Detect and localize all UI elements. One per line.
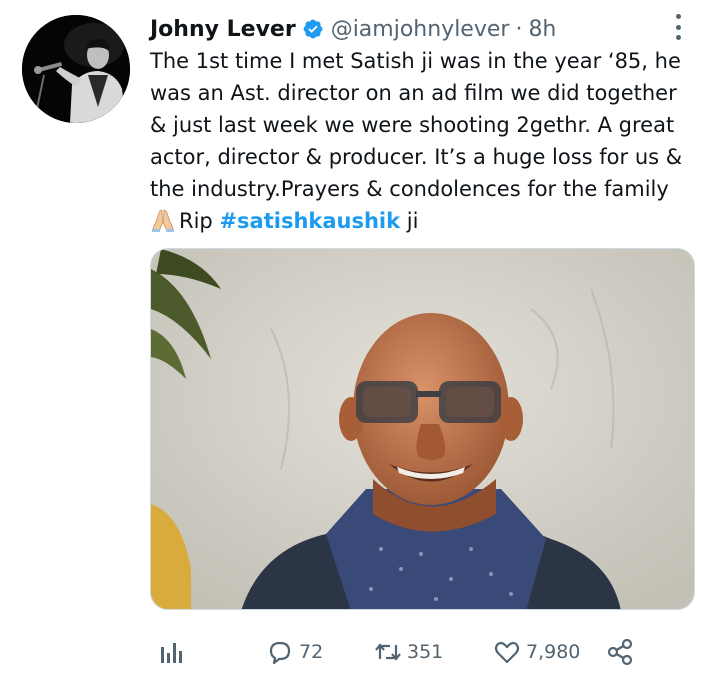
retweet-count: 351 <box>407 641 444 663</box>
header-separator: · <box>515 16 523 42</box>
like-count: 7,980 <box>526 641 581 663</box>
rip-text: Rip <box>179 209 220 233</box>
share-icon <box>607 638 633 666</box>
like-button[interactable]: 7,980 <box>492 630 580 674</box>
heart-icon <box>494 641 520 664</box>
tweet-photo[interactable] <box>150 248 695 610</box>
hashtag-link[interactable]: #satishkaushik <box>219 209 400 233</box>
tweet-text-line: The 1st time I met Satish ji was in the … <box>150 49 681 73</box>
analytics-icon <box>161 643 182 663</box>
tweet-header: Johny Lever @iamjohnylever · 8h <box>150 12 556 46</box>
folded-hands-icon <box>150 207 176 233</box>
tweet-timestamp[interactable]: 8h <box>528 17 556 42</box>
tweet-actions: 72 351 7,980 <box>150 630 695 674</box>
reply-icon <box>269 641 291 665</box>
author-name[interactable]: Johny Lever <box>150 17 296 42</box>
tweet-text-line: actor, director & producer. It’s a huge … <box>150 145 683 169</box>
retweet-button[interactable]: 351 <box>373 630 443 674</box>
tweet-text-line: was an Ast. director on an ad film we di… <box>150 81 677 105</box>
tweet-text-line: & just last week we were shooting 2gethr… <box>150 113 675 137</box>
ji-text: ji <box>400 209 419 233</box>
tweet-text-line: the industry.Prayers & condolences for t… <box>150 177 669 201</box>
retweet-icon <box>375 643 401 661</box>
tweet-text-last-line: Rip #satishkaushik ji <box>150 205 700 237</box>
more-options-icon[interactable] <box>670 12 686 42</box>
author-handle[interactable]: @iamjohnylever <box>331 17 510 42</box>
verified-badge-icon <box>302 18 324 40</box>
tweet-text: The 1st time I met Satish ji was in the … <box>150 45 700 237</box>
reply-button[interactable]: 72 <box>265 630 323 674</box>
analytics-button[interactable] <box>155 630 185 674</box>
author-avatar[interactable] <box>22 15 130 123</box>
share-button[interactable] <box>605 630 635 674</box>
reply-count: 72 <box>299 641 324 663</box>
